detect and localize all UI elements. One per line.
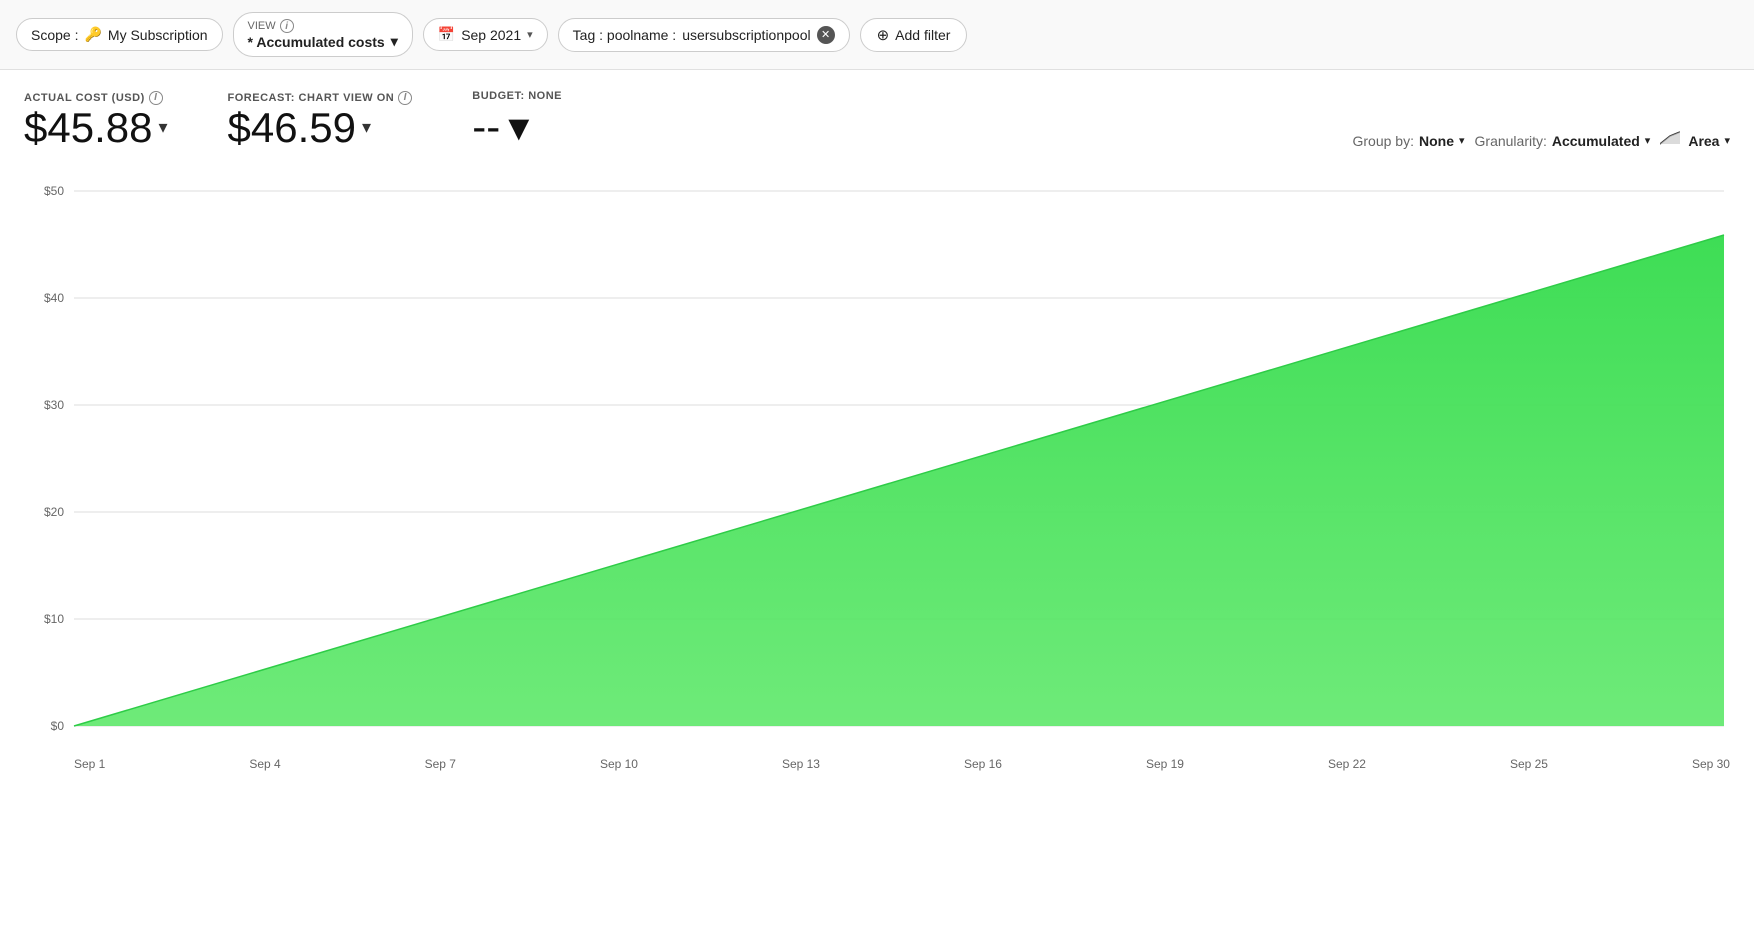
tag-value: usersubscriptionpool — [682, 27, 810, 43]
budget-chevron-icon: ▾ — [508, 102, 529, 151]
area-chart-svg: $50 $40 $30 $20 $10 $0 — [24, 161, 1730, 771]
chart-type-chevron-icon: ▾ — [1724, 134, 1730, 147]
date-value: Sep 2021 — [461, 27, 521, 43]
scope-value: My Subscription — [108, 27, 208, 43]
add-filter-label: Add filter — [895, 27, 950, 43]
forecast-block: FORECAST: CHART VIEW ON i $46.59 ▾ — [228, 91, 413, 151]
svg-text:$0: $0 — [51, 719, 65, 733]
actual-cost-label: ACTUAL COST (USD) i — [24, 91, 168, 105]
view-label-row: VIEW i — [248, 19, 294, 33]
scope-button[interactable]: Scope : 🔑 My Subscription — [16, 18, 223, 51]
group-by-dropdown[interactable]: Group by: None ▾ — [1353, 133, 1465, 149]
forecast-value[interactable]: $46.59 ▾ — [228, 105, 413, 151]
forecast-info-icon[interactable]: i — [398, 91, 412, 105]
chart-type-value: Area — [1688, 133, 1719, 149]
calendar-icon: 📅 — [438, 26, 455, 43]
view-value-row: * Accumulated costs ▾ — [248, 33, 398, 50]
actual-cost-info-icon[interactable]: i — [149, 91, 163, 105]
view-chevron-icon: ▾ — [391, 33, 398, 50]
svg-text:$50: $50 — [44, 184, 64, 198]
chart-type-dropdown[interactable]: Area ▾ — [1660, 130, 1730, 151]
tag-remove-icon[interactable]: ✕ — [817, 26, 835, 44]
chart-container: $50 $40 $30 $20 $10 $0 Sep 1 Se — [24, 161, 1730, 771]
granularity-chevron-icon: ▾ — [1645, 134, 1651, 147]
date-button[interactable]: 📅 Sep 2021 ▾ — [423, 18, 548, 51]
chart-area: $50 $40 $30 $20 $10 $0 Sep 1 Se — [24, 161, 1730, 771]
x-label-sep19: Sep 19 — [1146, 757, 1184, 771]
granularity-dropdown[interactable]: Granularity: Accumulated ▾ — [1475, 133, 1651, 149]
svg-text:$10: $10 — [44, 612, 64, 626]
area-chart-icon — [1660, 130, 1680, 151]
actual-cost-chevron-icon: ▾ — [158, 118, 167, 138]
date-chevron-icon: ▾ — [527, 28, 533, 41]
x-label-sep4: Sep 4 — [249, 757, 280, 771]
group-by-value: None — [1419, 133, 1454, 149]
add-filter-icon: ⊕ — [877, 26, 890, 44]
group-by-chevron-icon: ▾ — [1459, 134, 1465, 147]
actual-cost-value[interactable]: $45.88 ▾ — [24, 105, 168, 151]
forecast-label: FORECAST: CHART VIEW ON i — [228, 91, 413, 105]
top-bar: Scope : 🔑 My Subscription VIEW i * Accum… — [0, 0, 1754, 70]
x-label-sep16: Sep 16 — [964, 757, 1002, 771]
group-by-label: Group by: — [1353, 133, 1414, 149]
budget-value[interactable]: -- ▾ — [472, 102, 562, 151]
x-label-sep30: Sep 30 — [1692, 757, 1730, 771]
chart-controls: Group by: None ▾ Granularity: Accumulate… — [1353, 130, 1731, 151]
svg-text:$20: $20 — [44, 505, 64, 519]
svg-text:$40: $40 — [44, 291, 64, 305]
metrics-row: ACTUAL COST (USD) i $45.88 ▾ FORECAST: C… — [0, 70, 1754, 161]
x-axis-labels: Sep 1 Sep 4 Sep 7 Sep 10 Sep 13 Sep 16 S… — [74, 753, 1730, 771]
budget-block: BUDGET: NONE -- ▾ — [472, 90, 562, 151]
tag-filter-button[interactable]: Tag : poolname : usersubscriptionpool ✕ — [558, 18, 850, 52]
x-label-sep13: Sep 13 — [782, 757, 820, 771]
view-button[interactable]: VIEW i * Accumulated costs ▾ — [233, 12, 413, 57]
svg-text:$30: $30 — [44, 398, 64, 412]
granularity-label: Granularity: — [1475, 133, 1547, 149]
granularity-value: Accumulated — [1552, 133, 1640, 149]
x-label-sep1: Sep 1 — [74, 757, 105, 771]
forecast-chevron-icon: ▾ — [362, 118, 371, 138]
x-label-sep10: Sep 10 — [600, 757, 638, 771]
scope-key-icon: 🔑 — [84, 26, 101, 43]
budget-label: BUDGET: NONE — [472, 90, 562, 102]
x-label-sep22: Sep 22 — [1328, 757, 1366, 771]
x-label-sep7: Sep 7 — [425, 757, 456, 771]
scope-prefix: Scope : — [31, 27, 78, 43]
actual-cost-block: ACTUAL COST (USD) i $45.88 ▾ — [24, 91, 168, 151]
x-label-sep25: Sep 25 — [1510, 757, 1548, 771]
add-filter-button[interactable]: ⊕ Add filter — [860, 18, 968, 52]
tag-prefix: Tag : poolname : — [573, 27, 677, 43]
view-info-icon[interactable]: i — [280, 19, 294, 33]
